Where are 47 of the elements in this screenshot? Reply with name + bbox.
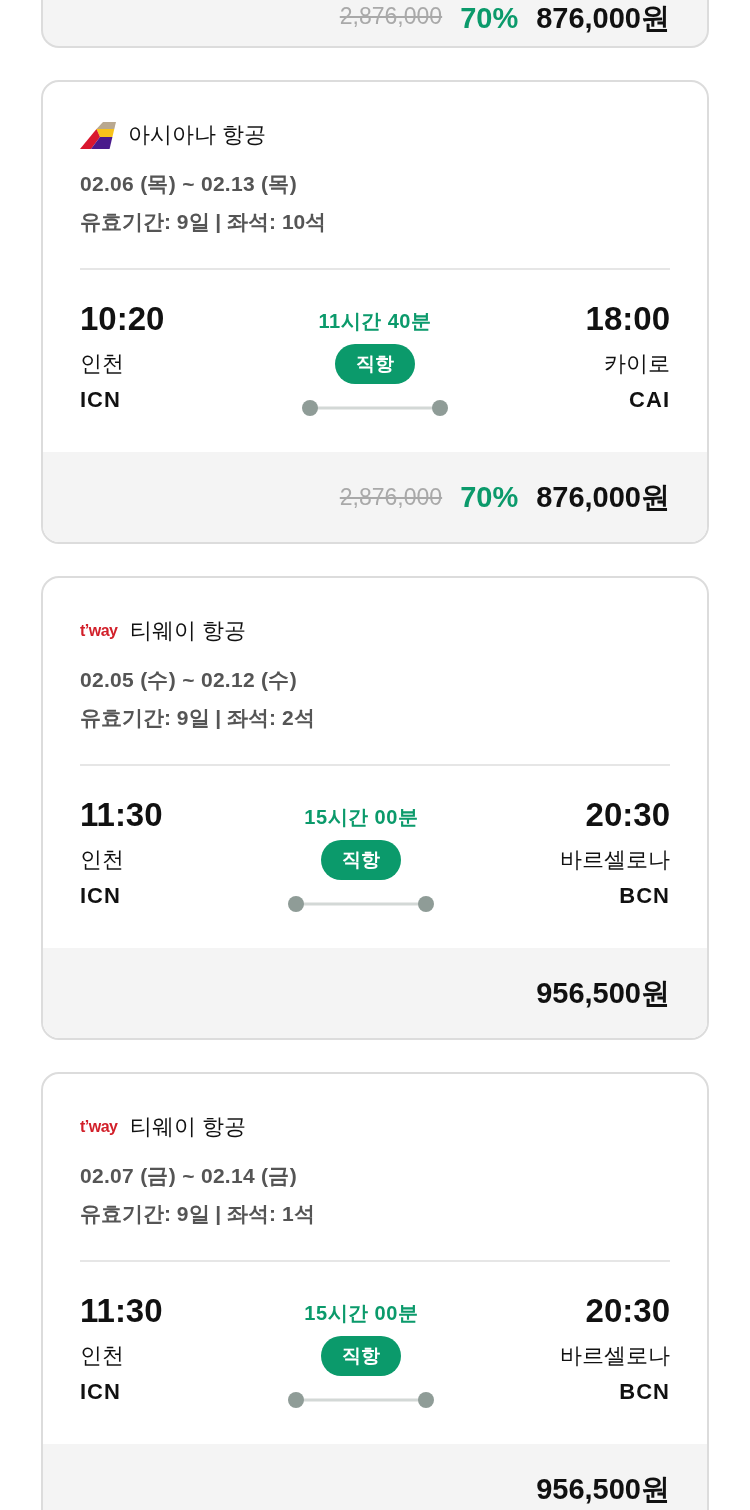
flight-duration: 11시간 40분 xyxy=(318,309,432,334)
travel-dates: 02.05 (수) ~ 02.12 (수) xyxy=(80,667,297,693)
airport-code: ICN xyxy=(80,882,121,910)
airline-name: 아시아나 항공 xyxy=(128,121,267,149)
discount-rate: 70% xyxy=(460,480,519,515)
travel-dates: 02.06 (목) ~ 02.13 (목) xyxy=(80,171,297,197)
city-name: 바르셀로나 xyxy=(560,846,670,874)
airport-code: BCN xyxy=(619,1378,670,1406)
time-text: 11:30 xyxy=(80,1292,163,1330)
original-price: 2,876,000 xyxy=(339,483,443,512)
city-name: 인천 xyxy=(80,846,124,874)
flight-card[interactable]: t’way 티웨이 항공 02.05 (수) ~ 02.12 (수) 유효기간: 9일 | 좌석: 2석 11:30 인천 ICN 15시간 00분 직항 20:30 바르셀로나 BCN 956,500원 xyxy=(41,576,709,1040)
city-name: 카이로 xyxy=(604,350,670,378)
validity-seats-text: 유효기간: 9일 | 좌석: 10석 xyxy=(80,209,327,235)
flight-duration: 15시간 00분 xyxy=(304,1301,419,1326)
flight-duration: 15시간 00분 xyxy=(304,805,419,830)
airport-code: ICN xyxy=(80,386,121,414)
original-price: 2,876,000 xyxy=(339,2,443,31)
time-text: 10:20 xyxy=(80,300,165,338)
flight-card[interactable]: t’way 티웨이 항공 02.07 (금) ~ 02.14 (금) 유효기간: 9일 | 좌석: 1석 11:30 인천 ICN 15시간 00분 직항 20:30 바르셀로나 BCN 956,500원 xyxy=(41,1072,709,1510)
flight-card[interactable]: 아시아나 항공 02.06 (목) ~ 02.13 (목) 유효기간: 9일 | 좌석: 10석 10:20 인천 ICN 11시간 40분 직항 18:00 카이로 CAI 2,876,000 70% 876,000원 xyxy=(41,80,709,544)
city-name: 바르셀로나 xyxy=(560,1342,670,1370)
airline-logo: t’way xyxy=(80,623,118,639)
time-text: 20:30 xyxy=(585,1292,670,1330)
airport-code: BCN xyxy=(619,882,670,910)
validity-seats-text: 유효기간: 9일 | 좌석: 1석 xyxy=(80,1201,315,1227)
nonstop-badge: 직항 xyxy=(321,840,402,880)
nonstop-badge: 직항 xyxy=(321,1336,402,1376)
time-text: 11:30 xyxy=(80,796,163,834)
city-name: 인천 xyxy=(80,1342,124,1370)
airline-name: 티웨이 항공 xyxy=(129,617,246,645)
airport-code: CAI xyxy=(629,386,670,414)
airport-code: ICN xyxy=(80,1378,121,1406)
final-price: 956,500원 xyxy=(536,976,670,1011)
final-price: 876,000원 xyxy=(536,1,670,36)
validity-seats-text: 유효기간: 9일 | 좌석: 2석 xyxy=(80,705,315,731)
discount-rate: 70% xyxy=(460,1,519,36)
nonstop-badge: 직항 xyxy=(335,344,415,384)
time-text: 18:00 xyxy=(585,300,670,338)
travel-dates: 02.07 (금) ~ 02.14 (금) xyxy=(80,1163,297,1189)
final-price: 956,500원 xyxy=(536,1472,670,1507)
time-text: 20:30 xyxy=(585,796,670,834)
airline-name: 티웨이 항공 xyxy=(129,1113,246,1141)
tail-fin-logo-icon xyxy=(80,121,116,149)
airline-logo: t’way xyxy=(80,1119,118,1135)
final-price: 876,000원 xyxy=(536,480,670,515)
city-name: 인천 xyxy=(80,350,124,378)
